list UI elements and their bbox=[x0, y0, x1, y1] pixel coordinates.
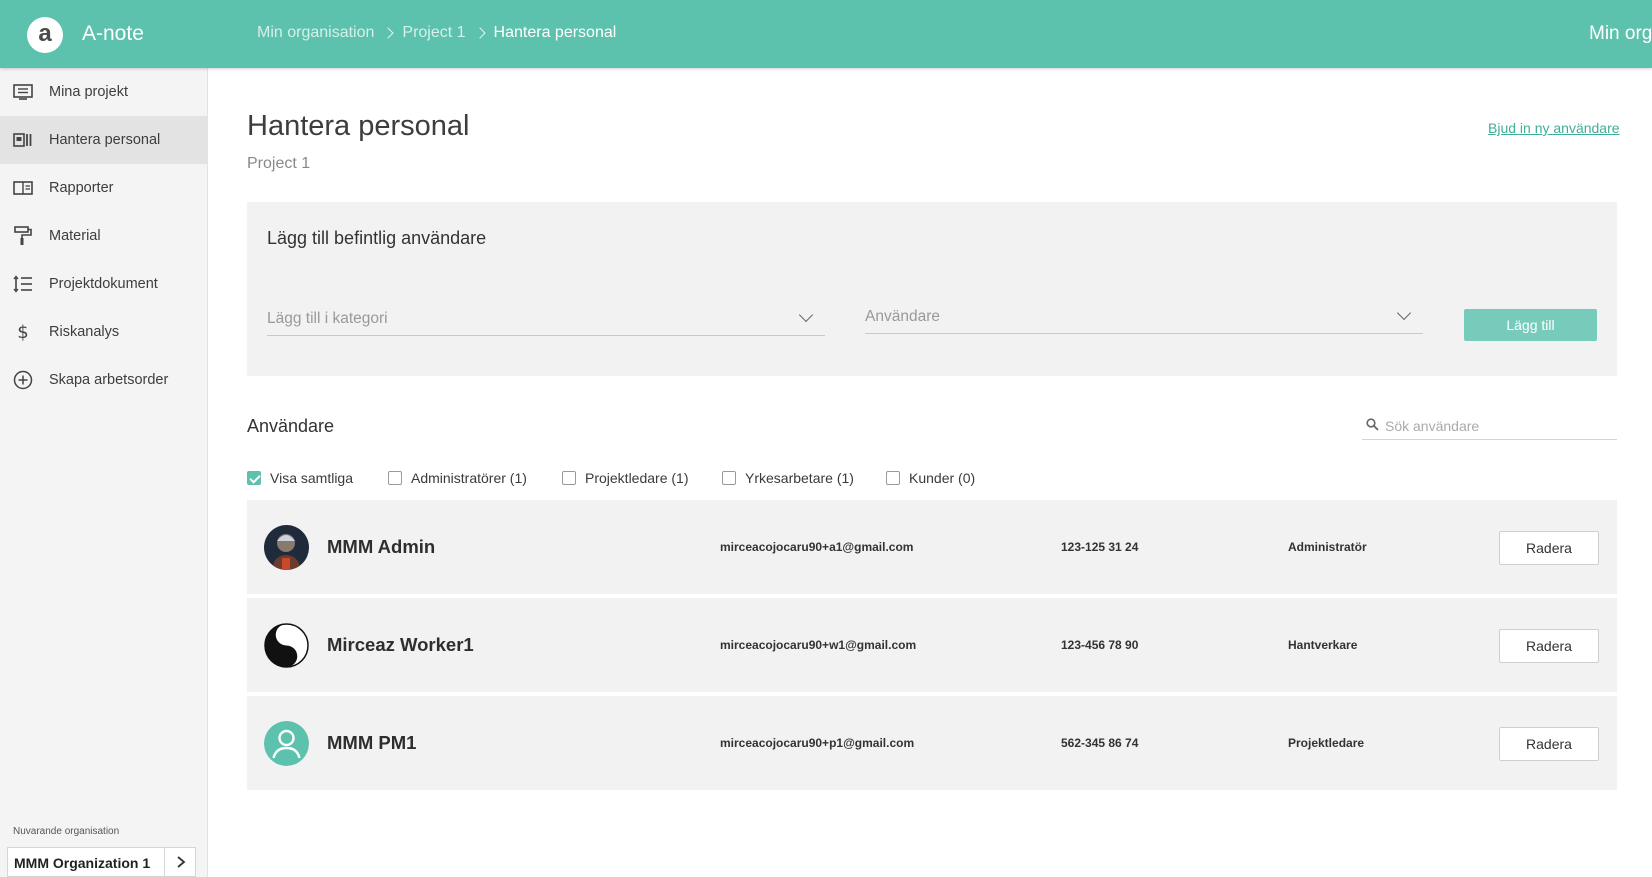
table-row: Mirceaz Worker1 mirceacojocaru90+w1@gmai… bbox=[247, 598, 1617, 692]
sidebar-item-material[interactable]: Material bbox=[0, 212, 207, 260]
checkbox[interactable] bbox=[722, 471, 736, 485]
sidebar-item-label: Rapporter bbox=[49, 180, 114, 196]
sidebar-item-label: Mina projekt bbox=[49, 84, 128, 100]
id-card-icon bbox=[12, 129, 34, 151]
user-email: mirceacojocaru90+a1@gmail.com bbox=[720, 540, 914, 554]
avatar bbox=[264, 525, 309, 570]
sidebar-item-rapporter[interactable]: Rapporter bbox=[0, 164, 207, 212]
search-icon bbox=[1366, 418, 1379, 436]
search-input[interactable]: Sök användare bbox=[1362, 410, 1617, 440]
user-phone: 123-125 31 24 bbox=[1061, 540, 1139, 554]
avatar bbox=[264, 623, 309, 668]
user-phone: 562-345 86 74 bbox=[1061, 736, 1139, 750]
checkbox[interactable] bbox=[886, 471, 900, 485]
avatar bbox=[264, 721, 309, 766]
add-existing-user-panel: Lägg till befintlig användare Lägg till … bbox=[247, 202, 1617, 376]
breadcrumb-project[interactable]: Project 1 bbox=[402, 24, 465, 42]
user-email: mirceacojocaru90+p1@gmail.com bbox=[720, 736, 915, 750]
search-placeholder: Sök användare bbox=[1385, 418, 1480, 434]
users-heading: Användare bbox=[247, 416, 335, 436]
chevron-right-icon[interactable] bbox=[164, 848, 196, 876]
chevron-down-icon bbox=[1396, 305, 1412, 321]
user-select[interactable]: Användare bbox=[865, 300, 1423, 334]
sidebar-item-label: Riskanalys bbox=[49, 324, 120, 340]
breadcrumb-organisation[interactable]: Min organisation bbox=[257, 24, 374, 42]
filter-kunder[interactable]: Kunder (0) bbox=[886, 470, 975, 486]
org-caption: Nuvarande organisation bbox=[13, 826, 120, 837]
monitor-list-icon bbox=[12, 81, 34, 103]
paint-roller-icon bbox=[12, 225, 34, 247]
sidebar-item-projektdokument[interactable]: Projektdokument bbox=[0, 260, 207, 308]
delete-button[interactable]: Radera bbox=[1499, 629, 1599, 663]
breadcrumb: Min organisation Project 1 Hantera perso… bbox=[257, 24, 616, 42]
checkbox[interactable] bbox=[247, 471, 261, 485]
user-phone: 123-456 78 90 bbox=[1061, 638, 1139, 652]
report-icon bbox=[12, 177, 34, 199]
sidebar-item-label: Skapa arbetsorder bbox=[49, 372, 169, 388]
filter-projektledare[interactable]: Projektledare (1) bbox=[562, 470, 689, 486]
breadcrumb-current: Hantera personal bbox=[493, 24, 617, 41]
filter-administratorer[interactable]: Administratörer (1) bbox=[388, 470, 527, 486]
sidebar-item-mina-projekt[interactable]: Mina projekt bbox=[0, 68, 207, 116]
filter-label: Administratörer (1) bbox=[411, 470, 527, 486]
filter-yrkesarbetare[interactable]: Yrkesarbetare (1) bbox=[722, 470, 854, 486]
user-email: mirceacojocaru90+w1@gmail.com bbox=[720, 638, 917, 652]
checkbox[interactable] bbox=[562, 471, 576, 485]
org-selector[interactable]: MMM Organization 1 bbox=[7, 847, 196, 877]
checkbox[interactable] bbox=[388, 471, 402, 485]
category-placeholder: Lägg till i kategori bbox=[267, 310, 388, 327]
sidebar-item-label: Hantera personal bbox=[49, 132, 161, 148]
chevron-right-icon bbox=[382, 27, 395, 39]
invite-user-link[interactable]: Bjud in ny användare bbox=[1488, 120, 1620, 136]
sidebar-item-label: Material bbox=[49, 228, 101, 244]
app-name: A-note bbox=[82, 22, 144, 45]
user-name: MMM PM1 bbox=[327, 732, 417, 753]
user-name: Mirceaz Worker1 bbox=[327, 634, 474, 655]
sidebar-item-label: Projektdokument bbox=[49, 276, 158, 292]
dollar-icon: $ bbox=[17, 321, 29, 343]
filter-visa-samtliga[interactable]: Visa samtliga bbox=[247, 470, 353, 486]
sidebar-item-skapa-arbetsorder[interactable]: Skapa arbetsorder bbox=[0, 356, 207, 404]
sidebar-item-hantera-personal[interactable]: Hantera personal bbox=[0, 116, 207, 164]
table-row: MMM Admin mirceacojocaru90+a1@gmail.com … bbox=[247, 500, 1617, 594]
delete-button[interactable]: Radera bbox=[1499, 727, 1599, 761]
chevron-down-icon bbox=[798, 307, 814, 323]
chevron-right-icon bbox=[473, 27, 486, 39]
app-logo[interactable]: a bbox=[27, 17, 63, 53]
filter-label: Visa samtliga bbox=[270, 470, 354, 486]
org-menu[interactable]: Min orga bbox=[1589, 23, 1652, 45]
category-select[interactable]: Lägg till i kategori bbox=[267, 302, 825, 336]
user-name: MMM Admin bbox=[327, 536, 436, 557]
plus-circle-icon bbox=[12, 369, 34, 391]
page-title: Hantera personal bbox=[247, 110, 470, 142]
table-row: MMM PM1 mirceacojocaru90+p1@gmail.com 56… bbox=[247, 696, 1617, 790]
sidebar-item-riskanalys[interactable]: $ Riskanalys bbox=[0, 308, 207, 356]
org-name: MMM Organization 1 bbox=[14, 855, 151, 871]
filter-label: Yrkesarbetare (1) bbox=[745, 470, 854, 486]
top-bar: a A-note Min organisation Project 1 Hant… bbox=[0, 0, 1652, 68]
sidebar: Mina projekt Hantera personal Rapporter … bbox=[0, 68, 208, 877]
user-role: Administratör bbox=[1288, 540, 1367, 554]
user-role: Hantverkare bbox=[1288, 638, 1358, 652]
delete-button[interactable]: Radera bbox=[1499, 531, 1599, 565]
user-placeholder: Användare bbox=[865, 308, 940, 325]
user-role: Projektledare bbox=[1288, 736, 1365, 750]
page-subtitle: Project 1 bbox=[247, 155, 311, 172]
numbered-list-icon bbox=[12, 273, 34, 295]
add-button[interactable]: Lägg till bbox=[1464, 309, 1597, 341]
filter-label: Kunder (0) bbox=[909, 470, 976, 486]
filter-label: Projektledare (1) bbox=[585, 470, 689, 486]
panel-title: Lägg till befintlig användare bbox=[267, 228, 487, 248]
